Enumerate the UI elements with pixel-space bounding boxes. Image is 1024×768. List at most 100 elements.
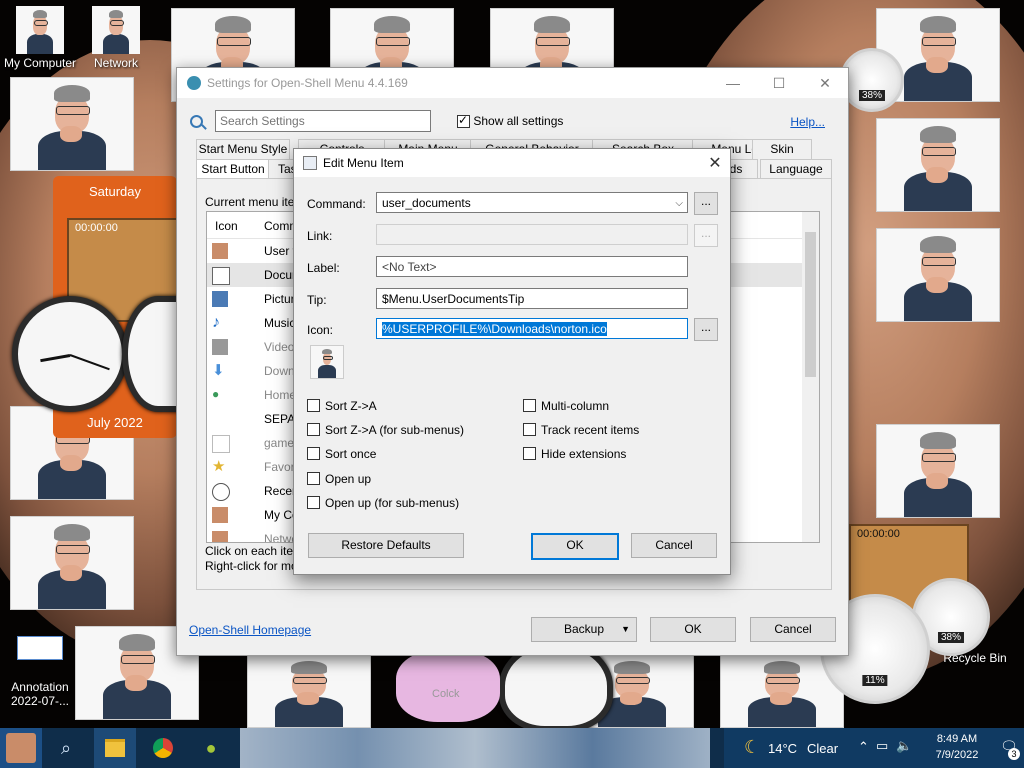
clock-date: 7/9/2022: [935, 749, 979, 761]
settings-ok-button[interactable]: OK: [650, 617, 736, 642]
network-icon: [212, 531, 228, 542]
settings-title: Settings for Open-Shell Menu 4.4.169: [207, 76, 408, 90]
restore-defaults-button[interactable]: Restore Defaults: [308, 533, 464, 558]
open-up-checkbox[interactable]: Open up: [307, 472, 371, 486]
desktop-icon-label: Annotation 2022-07-...: [10, 680, 70, 708]
annotation-file-icon[interactable]: Annotation 2022-07-...: [0, 622, 80, 708]
tip-field[interactable]: $Menu.UserDocumentsTip: [376, 288, 688, 309]
settings-titlebar[interactable]: Settings for Open-Shell Menu 4.4.169 — ☐…: [177, 68, 848, 98]
cpu-gauge[interactable]: 38%: [840, 48, 904, 112]
show-all-label: Show all settings: [473, 114, 564, 128]
scrollbar-thumb[interactable]: [805, 232, 816, 377]
link-field[interactable]: [376, 224, 688, 245]
link-label: Link:: [307, 229, 333, 243]
column-header-icon[interactable]: Icon: [215, 219, 238, 233]
network-tray-icon[interactable]: ▭: [876, 738, 888, 754]
search-input[interactable]: [215, 110, 431, 132]
checkbox-icon: [523, 399, 536, 413]
link-browse-button[interactable]: ...: [694, 224, 718, 247]
dialog-cancel-button[interactable]: Cancel: [631, 533, 717, 558]
sort-za-checkbox[interactable]: Sort Z->A: [307, 399, 377, 413]
tab-start-menu-style[interactable]: Start Menu Style: [196, 139, 290, 159]
help-link[interactable]: Help...: [790, 115, 825, 129]
command-combobox[interactable]: user_documents ⌵: [376, 192, 688, 213]
taskbar: ⌕ ● ☾ 14°C Clear ⌃ ▭ 🔈 8:49 AM 7/9/2022 …: [0, 728, 1024, 768]
icon-browse-button[interactable]: ...: [694, 318, 718, 341]
sort-once-checkbox[interactable]: Sort once: [307, 447, 376, 461]
tab-language[interactable]: Language: [760, 159, 832, 179]
star-icon: ★: [212, 458, 226, 475]
start-button[interactable]: [0, 728, 42, 768]
list-scrollbar[interactable]: [802, 212, 819, 542]
open-shell-homepage-link[interactable]: Open-Shell Homepage: [189, 623, 311, 637]
track-recent-checkbox[interactable]: Track recent items: [523, 423, 639, 437]
notification-center-button[interactable]: 🗨 3: [1000, 738, 1020, 760]
gauge-percent: 11%: [862, 675, 888, 687]
close-icon[interactable]: ✕: [700, 153, 730, 173]
document-icon: [212, 267, 230, 285]
icon-path-value: %USERPROFILE%\Downloads\norton.ico: [382, 322, 607, 336]
start-avatar-icon: [6, 733, 36, 763]
weather-temp[interactable]: 14°C: [768, 741, 797, 756]
chevron-up-icon[interactable]: ⌃: [858, 739, 869, 755]
show-all-settings-checkbox[interactable]: Show all settings: [457, 113, 564, 129]
search-icon[interactable]: ⌕: [46, 728, 86, 768]
notification-badge: 3: [1008, 748, 1020, 760]
videos-icon: [212, 339, 228, 355]
minimize-button[interactable]: —: [710, 68, 756, 98]
hide-extensions-checkbox[interactable]: Hide extensions: [523, 447, 626, 461]
analog-clock[interactable]: [12, 296, 128, 412]
gauge-percent: 38%: [937, 631, 965, 643]
desktop-icon-label: Network: [93, 56, 138, 70]
dialog-titlebar[interactable]: Edit Menu Item ✕: [294, 149, 730, 177]
label-field[interactable]: <No Text>: [376, 256, 688, 277]
checkbox-icon: [307, 447, 320, 461]
tip-label: Tip:: [307, 293, 327, 307]
gauge-percent: 38%: [858, 89, 886, 101]
checkbox-icon: [523, 423, 536, 437]
pictures-icon: [212, 291, 228, 307]
open-shell-icon: [187, 76, 201, 90]
tab-skin[interactable]: Skin: [752, 139, 812, 159]
settings-cancel-button[interactable]: Cancel: [750, 617, 836, 642]
my-computer-icon[interactable]: My Computer: [0, 6, 80, 70]
puzzle-timer: 00:00:00: [75, 222, 118, 234]
network-icon[interactable]: Network: [76, 6, 156, 70]
chevron-down-icon: ⌵: [675, 198, 683, 209]
chrome-logo-icon: [153, 738, 173, 758]
android-icon[interactable]: ●: [190, 728, 232, 768]
current-items-label: Current menu ite: [205, 195, 295, 209]
open-up-submenus-checkbox[interactable]: Open up (for sub-menus): [307, 496, 459, 510]
checkbox-icon: [307, 399, 320, 413]
icon-path-field[interactable]: %USERPROFILE%\Downloads\norton.ico: [376, 318, 688, 339]
games-icon: [212, 435, 230, 453]
backup-button[interactable]: Backup ▼: [531, 617, 637, 642]
icon-preview: [310, 345, 344, 379]
photo-tile: [876, 118, 1000, 212]
tab-start-button[interactable]: Start Button: [196, 159, 270, 180]
dropdown-arrow-icon: ▼: [621, 624, 630, 634]
user-icon: [212, 243, 228, 259]
download-icon: ⬇: [212, 362, 225, 379]
command-browse-button[interactable]: ...: [694, 192, 718, 215]
maximize-button[interactable]: ☐: [756, 68, 802, 98]
checkbox-icon: [307, 496, 320, 510]
close-button[interactable]: ✕: [802, 68, 848, 98]
chrome-icon[interactable]: [142, 728, 184, 768]
multi-column-checkbox[interactable]: Multi-column: [523, 399, 609, 413]
clock[interactable]: 8:49 AM 7/9/2022: [922, 731, 992, 763]
pink-clock-gadget[interactable]: Colck: [396, 650, 500, 722]
photo-tile: [876, 424, 1000, 518]
file-explorer-icon[interactable]: [94, 728, 136, 768]
puzzle-timer: 00:00:00: [857, 528, 900, 540]
checkbox-icon: [523, 447, 536, 461]
backup-label: Backup: [563, 622, 605, 636]
dialog-ok-button[interactable]: OK: [531, 533, 619, 560]
weather-text[interactable]: Clear: [807, 741, 838, 756]
sort-za-submenus-checkbox[interactable]: Sort Z->A (for sub-menus): [307, 423, 464, 437]
checkbox-icon: [457, 113, 470, 129]
dialog-icon: [303, 156, 317, 170]
photo-tile: [247, 654, 371, 728]
desktop-icon-label: My Computer: [3, 56, 77, 70]
volume-icon[interactable]: 🔈: [896, 738, 912, 754]
